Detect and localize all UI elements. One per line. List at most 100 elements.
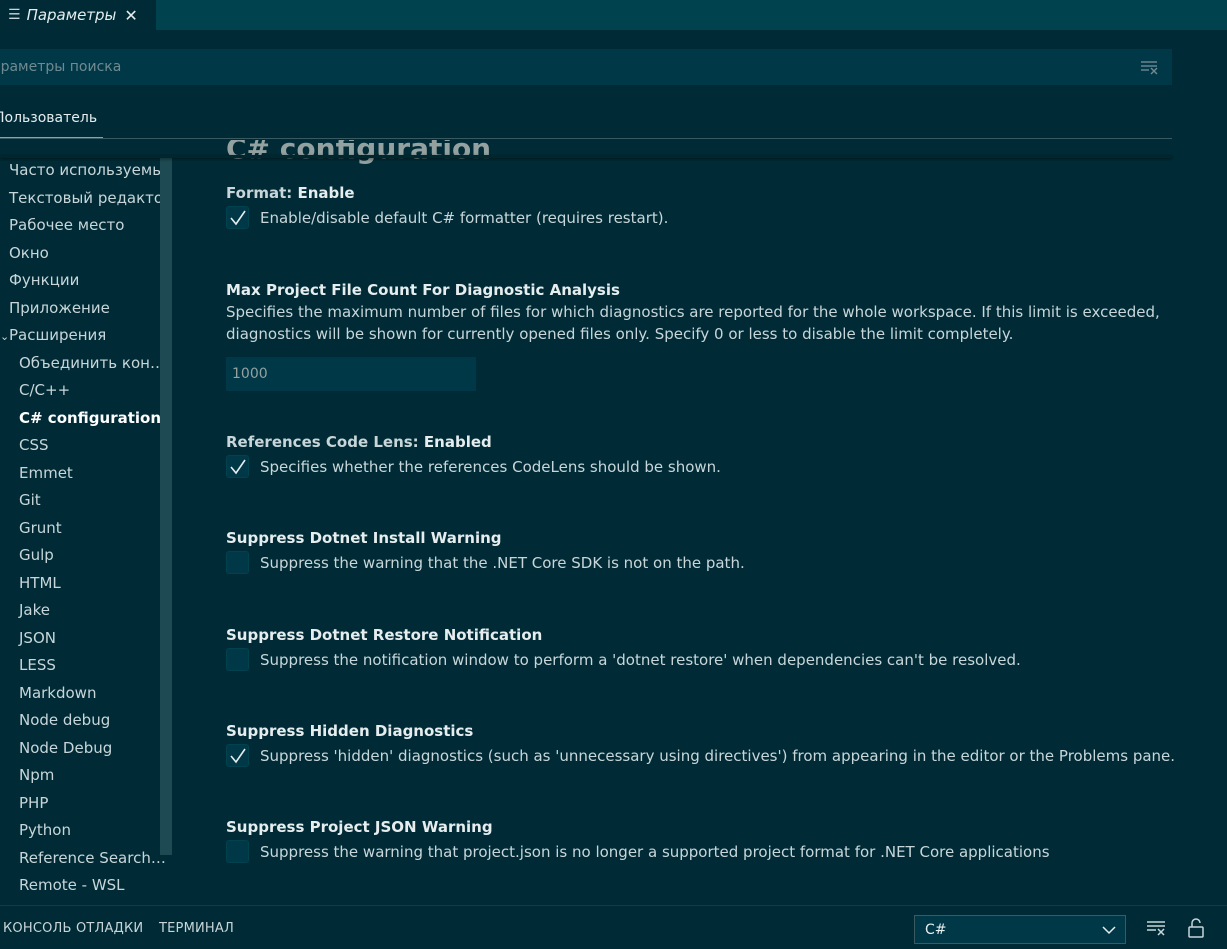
search-input[interactable] [0, 49, 1112, 85]
setting-title: Max Project File Count For Diagnostic An… [226, 281, 620, 299]
settings-toc: Часто используемые Текстовый редактор Рабо… [0, 157, 172, 905]
toc-item-label: JSON [19, 628, 56, 647]
toc-item-label: Git [19, 491, 41, 509]
check-icon [230, 210, 246, 226]
toc-item-label: Окно [9, 243, 49, 262]
check-icon [230, 748, 246, 764]
toc-item[interactable]: Приложение [0, 295, 172, 323]
toc-item[interactable]: CSS [0, 432, 168, 460]
toc-item-label: C/C++ [19, 381, 71, 399]
toc-item-label: Node Debug [19, 738, 113, 757]
lock-icon[interactable] [1187, 918, 1205, 938]
toc-item-label: Часто используемые [9, 161, 172, 179]
setting-description: Suppress the notification window to perf… [260, 650, 1021, 669]
setting-title: Format: Enable [226, 184, 355, 202]
suppress-dotnet-install-warning-checkbox[interactable] [226, 551, 249, 574]
max-project-file-count-input[interactable] [226, 357, 476, 391]
toc-item-label: Рабочее место [9, 216, 125, 234]
setting-title: Suppress Dotnet Install Warning [226, 529, 502, 547]
toc-item[interactable]: Markdown [0, 680, 168, 708]
setting-title: Suppress Hidden Diagnostics [226, 722, 474, 740]
panel-bar: КОНСОЛЬ ОТЛАДКИ ТЕРМИНАЛ C# [0, 905, 1227, 949]
toc-item[interactable]: Окно [0, 240, 172, 268]
setting-description: Suppress the warning that project.json i… [260, 842, 1050, 861]
preview-lines-icon: ☰ [8, 7, 21, 23]
format-enable-checkbox[interactable] [226, 206, 249, 229]
toc-item[interactable]: ⌄Расширения [0, 322, 172, 350]
setting-references-code-lens: References Code Lens: Enabled Specifies … [226, 433, 1166, 478]
toc-item-label: C# configuration [19, 408, 162, 427]
setting-suppress-dotnet-install-warning: Suppress Dotnet Install Warning Suppress… [226, 529, 1166, 574]
setting-title: Suppress Project JSON Warning [226, 818, 493, 836]
toc-item-label: Jake [19, 601, 50, 619]
toc-item[interactable]: Jake [0, 597, 168, 625]
toc-item[interactable]: HTML [0, 570, 168, 598]
toc-item[interactable]: Node debug [0, 707, 168, 735]
setting-suppress-dotnet-restore-notification: Suppress Dotnet Restore Notification Sup… [226, 626, 1166, 671]
toc-item[interactable]: Remote - WSL [0, 872, 168, 900]
setting-suppress-project-json-warning: Suppress Project JSON Warning Suppress t… [226, 818, 1166, 863]
close-icon[interactable]: ✕ [124, 6, 137, 25]
toc-item-label: Grunt [19, 518, 62, 537]
suppress-hidden-diagnostics-checkbox[interactable] [226, 744, 249, 767]
tab-settings[interactable]: ☰ Параметры ✕ [0, 0, 156, 30]
toc-item[interactable]: Объединить конф... [0, 350, 168, 378]
toc-scrollbar[interactable] [160, 157, 172, 855]
toc-item-label: Npm [19, 766, 55, 784]
toc-item[interactable]: Python [0, 817, 168, 845]
tab-terminal[interactable]: ТЕРМИНАЛ [159, 921, 234, 936]
toc-item-label: Расширения [9, 326, 107, 344]
selected-language: C# [925, 921, 947, 938]
toc-item[interactable]: Функции [0, 267, 172, 295]
settings-list: C# configuration Format: Enable Enable/d… [226, 140, 1186, 905]
toc-item[interactable]: Npm [0, 762, 168, 790]
toc-item[interactable]: Текстовый редактор [0, 185, 172, 213]
toc-item-label: Функции [9, 271, 80, 289]
toc-item[interactable]: Рабочее место [0, 212, 172, 240]
output-language-select[interactable]: C# [914, 915, 1126, 944]
toc-item[interactable]: Reference Search V... [0, 845, 168, 873]
toc-item[interactable]: Часто используемые [0, 157, 172, 185]
toc-item[interactable]: Gulp [0, 542, 168, 570]
toc-item[interactable]: C/C++ [0, 377, 168, 405]
header-shadow [0, 155, 1172, 158]
toc-item-label: Remote - WSL [19, 876, 125, 894]
suppress-project-json-warning-checkbox[interactable] [226, 840, 249, 863]
toc-item-label: Emmet [19, 463, 73, 482]
suppress-dotnet-restore-notification-checkbox[interactable] [226, 648, 249, 671]
toc-item-label: Python [19, 821, 71, 839]
setting-suppress-hidden-diagnostics: Suppress Hidden Diagnostics Suppress 'hi… [226, 722, 1175, 767]
toc-item[interactable]: PHP [0, 790, 168, 818]
toc-item-label: PHP [19, 793, 49, 812]
clear-output-icon[interactable] [1146, 919, 1166, 937]
toc-item[interactable]: Git [0, 487, 168, 515]
setting-format-enable: Format: Enable Enable/disable default C#… [226, 184, 1166, 229]
toc-item[interactable]: JSON [0, 625, 168, 653]
setting-title: Suppress Dotnet Restore Notification [226, 626, 543, 644]
toc-item-label: Объединить конф... [19, 353, 168, 372]
toc-item-label: CSS [19, 436, 49, 454]
toc-item[interactable]: Node Debug [0, 735, 168, 763]
section-title: C# configuration [226, 140, 492, 165]
setting-description: Suppress 'hidden' diagnostics (such as '… [260, 746, 1176, 765]
tab-title: Параметры [26, 6, 117, 24]
setting-description: Specifies whether the references CodeLen… [260, 457, 721, 476]
toc-item-label: HTML [19, 573, 61, 592]
toc-item-label: Markdown [19, 683, 97, 702]
toc-item-label: LESS [19, 656, 56, 674]
toc-item-label: Node debug [19, 711, 111, 729]
check-icon [230, 459, 246, 475]
toc-item-label: Приложение [9, 298, 110, 317]
toc-item-label: Reference Search V... [19, 848, 168, 867]
setting-description: Specifies the maximum number of files fo… [226, 303, 1160, 343]
clear-filter-icon[interactable] [1140, 59, 1158, 75]
toc-item[interactable]: Grunt [0, 515, 168, 543]
tab-user-settings[interactable]: Пользователь [0, 110, 104, 138]
toc-item-label: Gulp [19, 546, 54, 564]
toc-item[interactable]: LESS [0, 652, 168, 680]
setting-title: References Code Lens: Enabled [226, 433, 492, 451]
references-code-lens-checkbox[interactable] [226, 455, 249, 478]
toc-item[interactable]: C# configuration [0, 405, 168, 433]
toc-item[interactable]: Emmet [0, 460, 168, 488]
tab-debug-console[interactable]: КОНСОЛЬ ОТЛАДКИ [3, 921, 143, 936]
